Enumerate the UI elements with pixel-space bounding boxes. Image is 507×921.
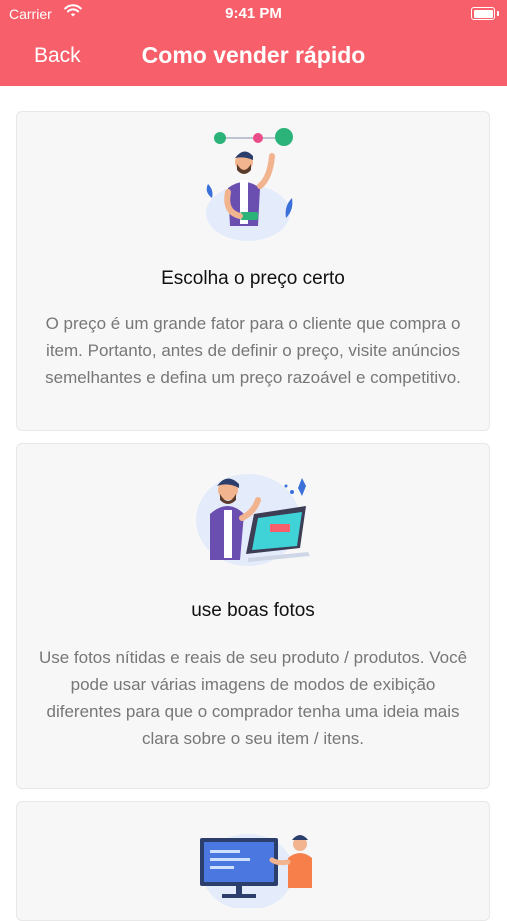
tip-card-third	[16, 801, 490, 921]
status-time: 9:41 PM	[225, 5, 282, 22]
card-body: Use fotos nítidas e reais de seu produto…	[38, 648, 468, 748]
header-bar: Carrier 9:41 PM Back Como vender rápido	[0, 0, 507, 86]
presenter-screen-illustration	[17, 818, 489, 913]
battery-icon	[471, 7, 499, 20]
card-body: O preço é um grande fator para o cliente…	[45, 314, 461, 387]
man-at-computer-illustration	[17, 462, 489, 579]
man-setting-price-illustration	[17, 128, 489, 251]
page-title: Como vender rápido	[141, 42, 366, 68]
card-title: Escolha o preço certo	[161, 268, 345, 289]
status-bar: Carrier 9:41 PM	[0, 0, 507, 28]
tip-card-price: Escolha o preço certo O preço é um grand…	[16, 111, 490, 431]
card-title: use boas fotos	[191, 600, 315, 621]
tip-card-photos: use boas fotos Use fotos nítidas e reais…	[16, 443, 490, 789]
